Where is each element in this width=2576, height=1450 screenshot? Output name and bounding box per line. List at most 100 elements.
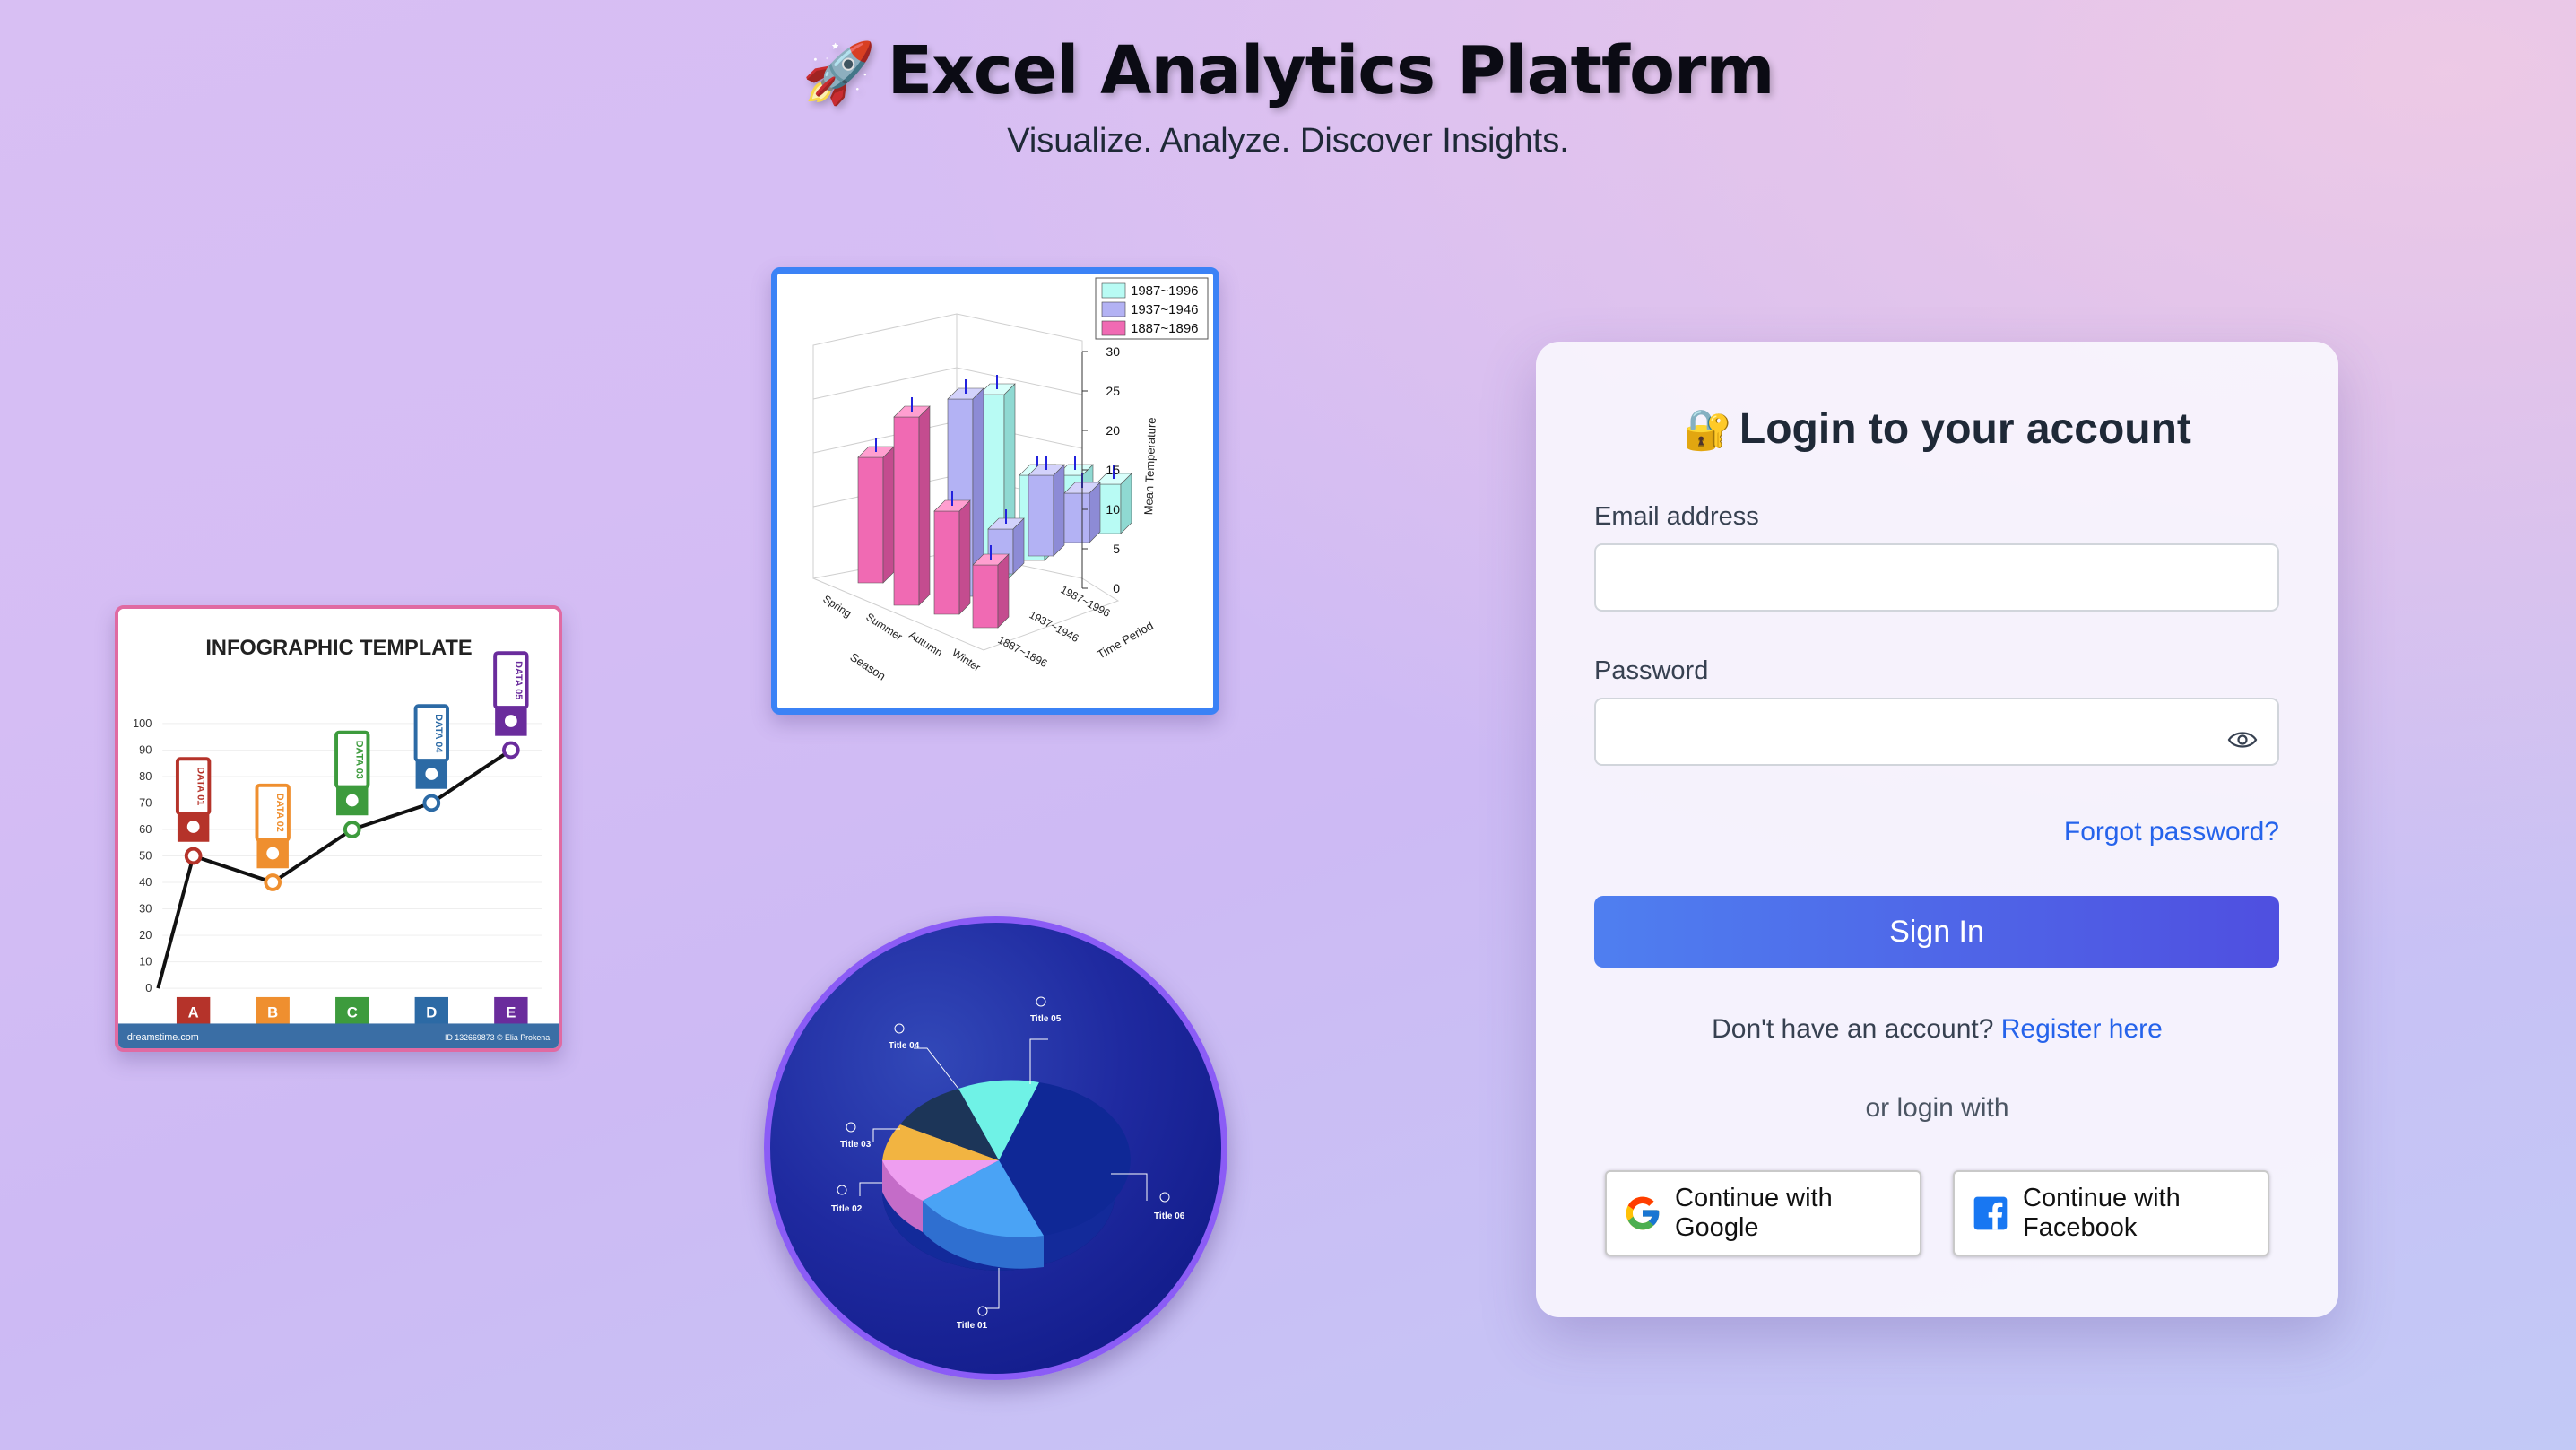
login-title: 🔐 Login to your account: [1536, 404, 2338, 454]
infographic-tag-icon: [345, 794, 359, 807]
pie-label: Title 04: [889, 1041, 920, 1051]
pie-label-icon: [977, 1306, 988, 1316]
infographic-point: [184, 847, 203, 865]
bar3d-bar-side: [918, 405, 931, 606]
pie-leader-line: [985, 1268, 1000, 1309]
infographic-y-tick: 80: [139, 769, 152, 783]
pie-label: Title 03: [840, 1140, 872, 1150]
pie-label: Title 06: [1154, 1211, 1185, 1221]
infographic-y-tick: 0: [145, 981, 152, 994]
pie-leader-line: [859, 1182, 882, 1196]
infographic-y-tick: 10: [139, 955, 152, 968]
infographic-thumbnail: INFOGRAPHIC TEMPLATE 100 90 80 70 60 50 40 30 20…: [115, 605, 562, 1052]
pie-label-icon: [1036, 996, 1046, 1007]
infographic-category-label: A: [188, 1004, 199, 1021]
infographic-tag-label: DATA 05: [513, 661, 524, 699]
bar3d-image: 1987~1996 1937~1946 1887~1896 30 25 20 15 10 5 0…: [777, 274, 1213, 708]
infographic-y-tick: 50: [139, 848, 152, 862]
pie-label-icon: [1159, 1192, 1170, 1203]
email-label: Email address: [1594, 502, 1759, 531]
register-line: Don't have an account? Register here: [1536, 1014, 2338, 1045]
infographic-footer-right: ID 132669873 © Elia Prokena: [445, 1033, 550, 1042]
infographic-point: [343, 821, 361, 838]
infographic-y-tick: 90: [139, 742, 152, 756]
infographic-category-label: E: [506, 1004, 516, 1021]
sign-in-button[interactable]: Sign In: [1594, 896, 2279, 968]
bar3d-bar-side: [997, 553, 1010, 629]
login-title-text: Login to your account: [1739, 405, 2191, 453]
infographic-y-tick: 40: [139, 875, 152, 889]
password-label: Password: [1594, 656, 1709, 685]
infographic-title: INFOGRAPHIC TEMPLATE: [205, 637, 472, 660]
infographic-point: [502, 741, 520, 760]
forgot-password-link[interactable]: Forgot password?: [2064, 817, 2279, 847]
bar3d-bar: [972, 564, 999, 629]
infographic-tag-label: DATA 04: [433, 714, 444, 752]
infographic-y-tick: 70: [139, 795, 152, 809]
bar3d-z-tick: 20: [1106, 423, 1120, 438]
pie-label: Title 02: [831, 1204, 863, 1214]
pie-label-icon: [846, 1122, 856, 1133]
infographic-category-label: C: [347, 1004, 358, 1021]
pie-chart-thumbnail: Title 01 Title 02 Title 03 Title 04 Title 05…: [764, 916, 1227, 1380]
infographic-category-label: D: [426, 1004, 437, 1021]
bar3d-z-tick: 0: [1113, 581, 1120, 595]
register-link[interactable]: Register here: [2001, 1014, 2163, 1044]
bar3d-z-tick: 25: [1106, 384, 1120, 398]
bar3d-bar: [933, 510, 960, 615]
password-field[interactable]: [1594, 698, 2279, 766]
pie-leader-line: [914, 1047, 959, 1090]
infographic-tag-icon: [504, 715, 517, 727]
google-icon: [1626, 1196, 1660, 1230]
infographic-point: [264, 873, 282, 891]
facebook-login-button[interactable]: Continue with Facebook: [1953, 1170, 2269, 1256]
email-input[interactable]: [1596, 545, 2277, 610]
bar3d-bar-side: [1053, 464, 1065, 557]
email-field[interactable]: [1594, 543, 2279, 612]
infographic-tag-label: DATA 01: [195, 767, 206, 805]
bar3d-z-tick: 10: [1106, 502, 1120, 517]
google-button-label: Continue with Google: [1675, 1184, 1833, 1242]
infographic-tag-icon: [425, 768, 438, 780]
or-login-with-text: or login with: [1865, 1093, 2009, 1123]
bar3d-legend-label: 1987~1996: [1131, 283, 1199, 299]
google-login-button[interactable]: Continue with Google: [1605, 1170, 1921, 1256]
bar3d-bar-side: [958, 499, 971, 615]
infographic-image: INFOGRAPHIC TEMPLATE 1009080706050403020…: [118, 609, 559, 1048]
bar3d-z-tick: 15: [1106, 463, 1120, 477]
infographic-y-tick: 30: [139, 901, 152, 915]
bar3d-bar: [893, 416, 920, 606]
infographic-tag-label: DATA 02: [274, 794, 285, 832]
pie-image: Title 01 Title 02 Title 03 Title 04 Title 05…: [831, 996, 1185, 1331]
bar3d-legend-swatch: [1101, 301, 1126, 317]
app-subtitle: Visualize. Analyze. Discover Insights.: [1007, 122, 1569, 160]
infographic-point: [422, 794, 441, 812]
bar3d-legend-label: 1887~1896: [1131, 321, 1199, 336]
header: 🚀 Excel Analytics Platform Visualize. Ana…: [0, 32, 2576, 161]
password-input[interactable]: [1596, 699, 2277, 764]
infographic-tag-icon: [186, 821, 200, 833]
lock-icon: 🔐: [1683, 408, 1732, 452]
bar3d-chart-thumbnail: 1987~1996 1937~1946 1887~1896 30 25 20 15 10 5 0…: [771, 267, 1219, 715]
show-password-eye-icon[interactable]: [2227, 730, 2258, 750]
rocket-icon: 🚀: [802, 39, 875, 108]
infographic-y-tick: 100: [133, 716, 152, 730]
bar3d-bar: [1063, 492, 1090, 543]
facebook-icon: [1973, 1196, 2008, 1230]
login-card: 🔐 Login to your account Email address Pas…: [1536, 342, 2338, 1317]
infographic-footer-left: dreamstime.com: [127, 1032, 199, 1043]
pie-leader-line: [1029, 1038, 1048, 1084]
app-title-text: Excel Analytics Platform: [887, 32, 1775, 109]
bar3d-bar: [857, 456, 884, 584]
facebook-button-label: Continue with Facebook: [2023, 1184, 2181, 1242]
bar3d-legend-swatch: [1101, 282, 1126, 299]
bar3d-bar: [1028, 474, 1054, 557]
bar3d-legend-swatch: [1101, 320, 1126, 336]
pie-label-icon: [837, 1185, 847, 1195]
bar3d-bar-side: [882, 446, 895, 584]
pie-label: Title 05: [1030, 1014, 1062, 1024]
bar3d-legend-label: 1937~1946: [1131, 302, 1199, 317]
infographic-category-label: B: [267, 1004, 278, 1021]
infographic-tag-icon: [266, 847, 280, 860]
bar3d-z-tick: 30: [1106, 344, 1120, 359]
